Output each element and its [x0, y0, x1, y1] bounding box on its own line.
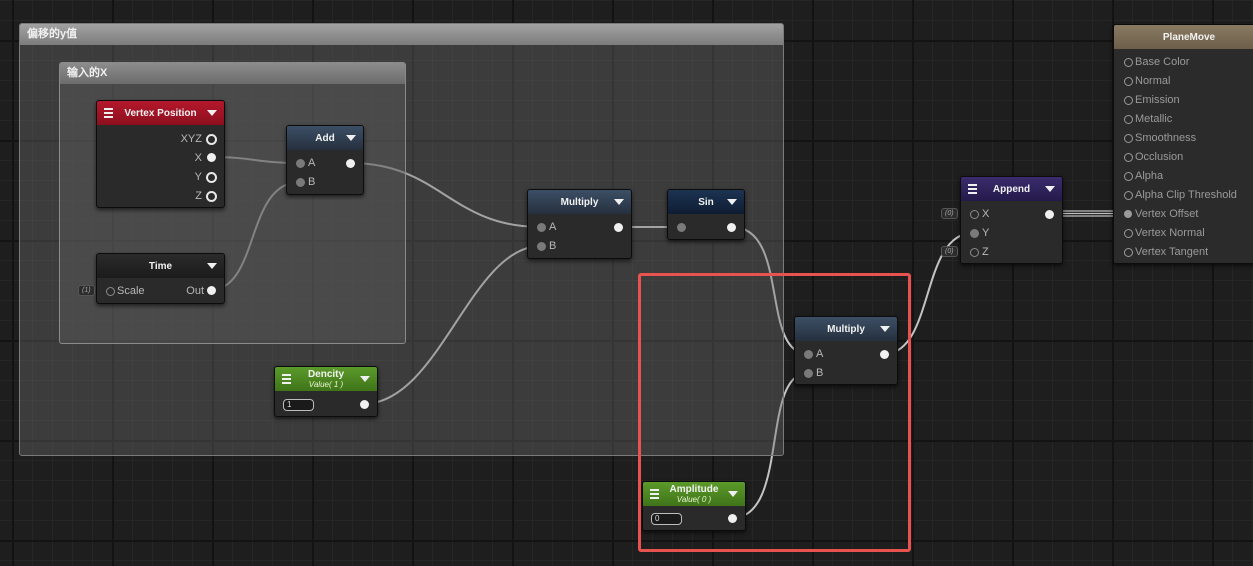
node-title: Sin [698, 196, 714, 208]
node-header[interactable]: Dencity Value( 1 ) [275, 367, 377, 391]
port-label-a: A [308, 157, 316, 169]
sin-node[interactable]: Sin [667, 189, 745, 240]
chevron-down-icon[interactable] [727, 199, 737, 205]
group-title: 输入的X [60, 63, 405, 84]
node-header[interactable]: Add [287, 126, 363, 150]
output-port[interactable] [346, 159, 355, 168]
input-port-y[interactable] [970, 229, 979, 238]
port-label-x: X [982, 208, 990, 220]
node-title: PlaneMove [1162, 31, 1216, 43]
group-title: 偏移的y值 [20, 24, 783, 45]
output-port[interactable] [727, 223, 736, 232]
dencity-node[interactable]: Dencity Value( 1 ) 1 [274, 366, 378, 417]
port-label: Metallic [1135, 113, 1173, 125]
chevron-down-icon[interactable] [207, 263, 217, 269]
node-title: Multiply [560, 196, 599, 208]
node-header[interactable]: Sin [668, 190, 744, 214]
node-header[interactable]: Multiply [528, 190, 631, 214]
port-label-y: Y [194, 171, 202, 183]
port-label-x: X [194, 152, 202, 164]
port-label: Alpha [1135, 170, 1164, 182]
input-port-z[interactable] [970, 248, 979, 257]
output-port[interactable] [1045, 210, 1054, 219]
port-label-y: Y [982, 227, 990, 239]
port-label-z: Z [195, 190, 202, 202]
port-label: Vertex Tangent [1135, 246, 1209, 258]
input-port-b[interactable] [537, 242, 546, 251]
port-label: Vertex Normal [1135, 227, 1205, 239]
x-default-value[interactable]: (0) [941, 208, 958, 219]
chevron-down-icon[interactable] [346, 135, 356, 141]
input-port[interactable] [677, 223, 686, 232]
output-port-out[interactable] [207, 286, 216, 295]
output-port[interactable] [614, 223, 623, 232]
port-label-scale: Scale [117, 285, 145, 297]
port-label-xyz: XYZ [180, 133, 202, 145]
scale-default-value[interactable]: (1) [78, 285, 95, 296]
port-label: Occlusion [1135, 151, 1184, 163]
output-port-x[interactable] [207, 153, 216, 162]
chevron-down-icon[interactable] [1045, 186, 1055, 192]
node-title: Time [148, 260, 173, 272]
port-label: Base Color [1135, 56, 1190, 68]
node-title: Dencity [307, 369, 345, 380]
port-label-b: B [549, 240, 557, 252]
node-header[interactable]: Append [961, 177, 1062, 201]
input-port-a[interactable] [537, 223, 546, 232]
output-port[interactable] [360, 400, 369, 409]
value-field[interactable]: 1 [283, 399, 314, 411]
port-label-b: B [308, 176, 316, 188]
output-port-z[interactable] [206, 191, 217, 202]
node-title: Add [315, 132, 335, 144]
z-default-value[interactable]: (0) [941, 246, 958, 257]
input-port-x[interactable] [970, 210, 979, 219]
port-label: Smoothness [1135, 132, 1197, 144]
node-header[interactable]: Vertex Position [97, 101, 224, 125]
port-label-out: Out [186, 285, 204, 297]
node-header[interactable]: PlaneMove [1114, 25, 1253, 49]
append-node[interactable]: Append X Y Z [960, 176, 1063, 264]
time-node[interactable]: Time Scale Out [96, 253, 225, 304]
port-label: Emission [1135, 94, 1180, 106]
output-port-y[interactable] [206, 172, 217, 183]
vertex-position-node[interactable]: Vertex Position XYZ X Y Z [96, 100, 225, 208]
highlight-box [638, 273, 911, 552]
port-label-z: Z [982, 246, 989, 258]
port-label: Vertex Offset [1135, 208, 1199, 220]
port-label: Normal [1135, 75, 1171, 87]
input-port-a[interactable] [296, 159, 305, 168]
chevron-down-icon[interactable] [207, 110, 217, 116]
output-port-xyz[interactable] [206, 134, 217, 145]
menu-icon[interactable] [104, 108, 113, 120]
menu-icon[interactable] [282, 374, 291, 386]
chevron-down-icon[interactable] [360, 376, 370, 382]
input-port-b[interactable] [296, 178, 305, 187]
port-label-a: A [549, 221, 557, 233]
chevron-down-icon[interactable] [614, 199, 624, 205]
node-header[interactable]: Time [97, 254, 224, 278]
node-title: Vertex Position [124, 107, 197, 119]
node-subtitle: Value( 1 ) [308, 380, 344, 389]
port-label: Alpha Clip Threshold [1135, 189, 1237, 201]
input-port-scale[interactable] [106, 287, 115, 296]
menu-icon[interactable] [968, 184, 977, 196]
plane-move-master-node[interactable]: PlaneMove Base Color Normal Emission Met… [1113, 24, 1253, 264]
add-node[interactable]: Add A B [286, 125, 364, 195]
node-title: Append [992, 183, 1031, 195]
multiply-node-1[interactable]: Multiply A B [527, 189, 632, 259]
